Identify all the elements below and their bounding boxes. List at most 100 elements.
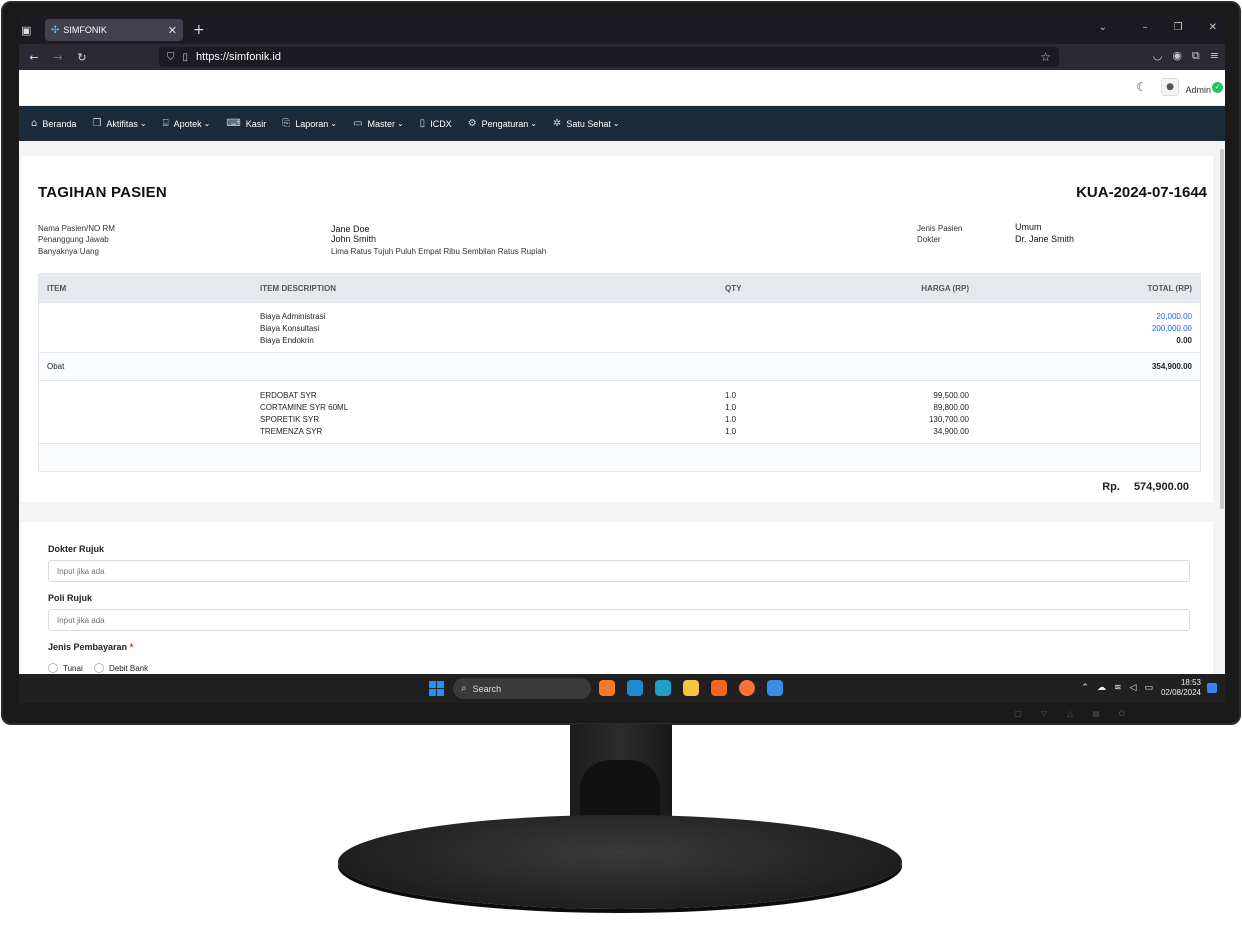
forward-icon[interactable]: → [49,51,67,64]
monitor-power-icon[interactable]: ⏻ [1117,709,1127,719]
dokter-rujuk-label: Dokter Rujuk [48,544,105,554]
payment-form-card: Dokter Rujuk Poli Rujuk Jenis Pembayaran… [21,522,1213,682]
menu-item-pengaturan[interactable]: ⚙ Pengaturan ⌄ [468,118,537,129]
drug-harga: 130,700.00 [928,415,969,424]
invoice-card: TAGIHAN PASIEN KUA-2024-07-1644 Nama Pas… [21,156,1213,502]
browser-navbar: ← → ↻ ⛉ ▯ https://simfonik.id ☆ ◡ ◉ ⧉ ≡ [19,44,1225,70]
bookmark-star-icon[interactable]: ☆ [1040,50,1051,64]
fee-total[interactable]: 20,000.00 [1152,311,1192,323]
chevron-down-icon: ⌄ [203,119,211,128]
window-close-icon[interactable]: ✕ [1209,22,1217,33]
volume-icon[interactable]: ◁ [1130,683,1137,693]
monitor-down-icon[interactable]: ▽ [1039,709,1049,719]
browser-tabbar: ▣ ✣ SIMFONIK ✕ + ⌄ – ❐ ✕ [19,16,1225,44]
monitor-menu-icon[interactable]: ▤ [1091,709,1101,719]
tab-list-icon[interactable]: ▣ [21,24,33,37]
report-icon: ⎘ [282,118,291,129]
clock-time: 18:53 [1180,678,1201,687]
minimize-icon[interactable]: – [1143,22,1148,33]
windows-start-icon[interactable] [429,681,444,696]
url-bar[interactable]: ⛉ ▯ https://simfonik.id ☆ [159,47,1059,67]
wifi-icon[interactable]: ≋ [1114,683,1122,693]
scrollbar[interactable] [1219,141,1225,674]
menu-item-laporan[interactable]: ⎘ Laporan ⌄ [282,118,337,129]
drug-qty: 1.0 [725,403,737,412]
battery-icon[interactable]: ▭ [1144,683,1153,693]
edge-icon[interactable] [655,680,671,696]
amount-words-value: Lima Ratus Tujuh Puluh Empat Ribu Sembil… [331,247,547,256]
grand-total-value: 574,900.00 [1133,481,1189,493]
file-icon: ▯ [419,118,426,129]
dokter-rujuk-input[interactable] [48,560,1190,582]
menu-item-apotek[interactable]: ⌸ Apotek ⌄ [163,118,211,129]
chevron-down-icon: ⌄ [139,119,147,128]
patient-label: Nama Pasien/NO RM [38,224,115,233]
close-tab-icon[interactable]: ✕ [168,24,177,37]
extensions-icon[interactable]: ⧉ [1192,49,1200,63]
restore-icon[interactable]: ❐ [1174,22,1183,33]
shield-icon[interactable]: ⛉ [167,52,175,63]
back-icon[interactable]: ← [25,51,43,64]
cloud-icon[interactable]: ☁ [1097,683,1106,693]
monitor-input-icon[interactable]: ▢ [1013,709,1023,719]
notification-icon[interactable] [1207,683,1217,693]
reload-icon[interactable]: ↻ [73,51,91,64]
menu-item-aktifitas[interactable]: ❐ Aktifitas ⌄ [92,118,146,129]
menu-item-kasir[interactable]: ⌨ Kasir [226,118,266,129]
drug-qty: 1.0 [725,391,737,400]
payment-option-debit[interactable]: Debit Bank [94,663,148,673]
avatar[interactable]: ● [1161,78,1179,96]
pocket-icon[interactable]: ◡ [1153,49,1163,63]
firefox-icon[interactable] [739,680,755,696]
obat-label: Obat [47,362,65,371]
home-icon: ⌂ [31,118,38,129]
dark-mode-icon[interactable]: ☾ [1136,80,1147,94]
patient-value: Jane Doe [331,224,370,234]
search-icon: ⌕ [461,683,467,694]
payment-type-text: Jenis Pembayaran [48,642,128,652]
scrollbar-thumb[interactable] [1220,149,1224,509]
menu-item-master[interactable]: ▭ Master ⌄ [353,118,404,129]
menu-item-beranda[interactable]: ⌂ Beranda [31,118,76,129]
tab-title: SIMFONIK [63,25,107,35]
taskbar-search-label: Search [472,683,502,694]
account-icon[interactable]: ◉ [1172,49,1182,63]
clock[interactable]: 18:53 02/08/2024 [1161,678,1201,698]
new-tab-icon[interactable]: + [193,22,205,38]
menu-icon[interactable]: ≡ [1210,49,1219,63]
user-name[interactable]: Admin [1185,85,1211,95]
taskbar-search[interactable]: ⌕ Search [453,678,591,699]
content-area: TAGIHAN PASIEN KUA-2024-07-1644 Nama Pas… [19,141,1225,682]
app-header: ☾ ● Admin ✓ [19,70,1225,106]
poli-rujuk-input[interactable] [48,609,1190,631]
gear-icon: ⚙ [467,118,477,129]
file-explorer-icon[interactable] [683,680,699,696]
radio-icon[interactable] [94,663,104,673]
menu-item-icdx[interactable]: ▯ ICDX [420,118,452,129]
browser-tab[interactable]: ✣ SIMFONIK ✕ [45,19,183,41]
drug-desc: ERDOBAT SYR [260,391,317,400]
activity-icon: ❐ [92,118,102,129]
app-orange-icon[interactable] [711,680,727,696]
radio-icon[interactable] [48,663,58,673]
required-mark: * [129,642,134,652]
monitor-up-icon[interactable]: △ [1065,709,1075,719]
url-text[interactable]: https://simfonik.id [196,51,281,63]
blender-icon[interactable] [599,680,615,696]
payment-option-tunai[interactable]: Tunai [48,663,83,673]
drug-desc: TREMENZA SYR [260,427,323,436]
menu-label: Pengaturan [481,118,529,129]
chevron-up-icon[interactable]: ⌃ [1081,683,1089,693]
screen: ▣ ✣ SIMFONIK ✕ + ⌄ – ❐ ✕ ← → ↻ ⛉ ▯ https… [19,16,1225,703]
list-all-tabs-icon[interactable]: ⌄ [1099,22,1107,33]
table-header: ITEM ITEM DESCRIPTION QTY HARGA (RP) TOT… [39,274,1200,302]
fee-total[interactable]: 200,000.00 [1152,323,1192,335]
app-blue-icon[interactable] [767,680,783,696]
taskbar: ⌕ Search ⌃ ☁ ≋ ◁ ▭ 18:53 02/08/2024 [19,674,1225,703]
menu-item-satu-sehat[interactable]: ✲ Satu Sehat ⌄ [553,118,620,129]
fee-desc: Biaya Konsultasi [260,324,320,333]
vscode-icon[interactable] [627,680,643,696]
drug-harga: 34,900.00 [933,427,969,436]
clock-date: 02/08/2024 [1160,688,1201,697]
menu-label: Beranda [42,118,77,129]
